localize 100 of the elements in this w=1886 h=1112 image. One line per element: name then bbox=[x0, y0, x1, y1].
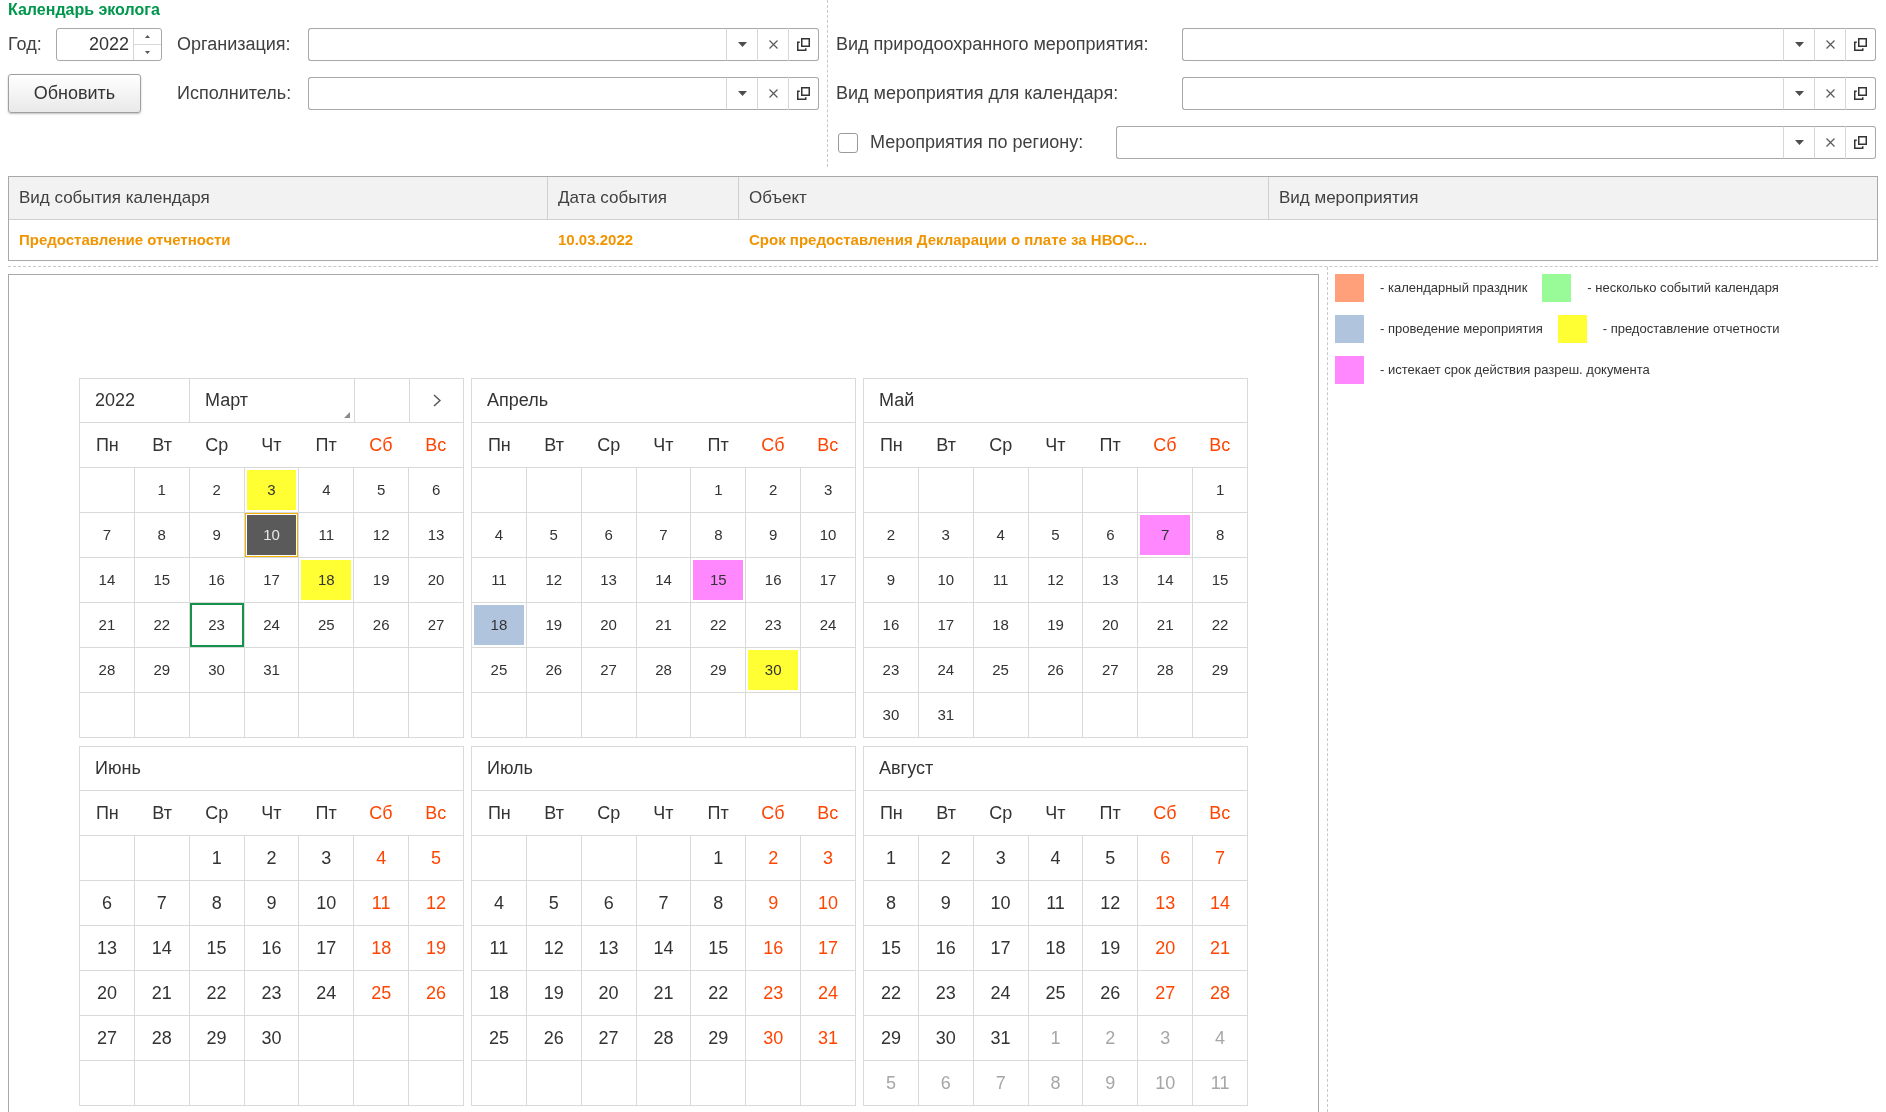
calendar-day[interactable]: 9 bbox=[246, 883, 297, 923]
calendar-day[interactable]: 11 bbox=[301, 515, 352, 555]
calendar-day[interactable]: 7 bbox=[82, 515, 132, 555]
calendar-day[interactable]: 14 bbox=[638, 560, 689, 600]
calendar-day[interactable]: 26 bbox=[528, 1018, 579, 1058]
calendar-day[interactable]: 30 bbox=[866, 695, 916, 735]
calendar-day[interactable]: 28 bbox=[136, 1018, 187, 1058]
calendar-day[interactable]: 8 bbox=[1195, 515, 1245, 555]
calendar-day[interactable]: 2 bbox=[920, 838, 971, 878]
open-button[interactable] bbox=[1845, 77, 1876, 110]
calendar-day[interactable]: 3 bbox=[803, 470, 853, 510]
calendar-day[interactable]: 24 bbox=[803, 605, 853, 645]
calendar-day[interactable]: 14 bbox=[638, 928, 689, 968]
calendar-day[interactable]: 15 bbox=[866, 928, 916, 968]
calendar-day[interactable]: 16 bbox=[246, 928, 297, 968]
calendar-day[interactable]: 1 bbox=[1195, 470, 1245, 510]
calendar-day[interactable]: 15 bbox=[693, 560, 744, 600]
calendar-day[interactable]: 19 bbox=[528, 973, 579, 1013]
calendar-day[interactable]: 27 bbox=[583, 1018, 634, 1058]
dropdown-button[interactable] bbox=[726, 77, 757, 110]
calendar-day[interactable]: 1 bbox=[191, 838, 242, 878]
year-selector[interactable]: 2022 bbox=[80, 379, 190, 422]
calendar-day[interactable]: 25 bbox=[301, 605, 352, 645]
calendar-day[interactable]: 6 bbox=[583, 883, 634, 923]
calendar-day[interactable]: 5 bbox=[1085, 838, 1136, 878]
calendar-day[interactable]: 9 bbox=[748, 883, 799, 923]
calendar-day[interactable]: 29 bbox=[693, 1018, 744, 1058]
organization-field[interactable] bbox=[308, 28, 726, 61]
calendar-day[interactable]: 27 bbox=[411, 605, 461, 645]
calendar-day[interactable]: 19 bbox=[528, 605, 579, 645]
calendar-day[interactable]: 12 bbox=[1030, 560, 1081, 600]
calendar-day[interactable]: 6 bbox=[1085, 515, 1136, 555]
calendar-day[interactable]: 23 bbox=[920, 973, 971, 1013]
dropdown-button[interactable] bbox=[1783, 28, 1814, 61]
calendar-day[interactable]: 22 bbox=[693, 605, 744, 645]
calendar-day[interactable]: 10 bbox=[301, 883, 352, 923]
dropdown-button[interactable] bbox=[1783, 77, 1814, 110]
calendar-day[interactable]: 23 bbox=[866, 650, 916, 690]
calendar-day[interactable]: 24 bbox=[301, 973, 352, 1013]
calendar-day[interactable]: 2 bbox=[246, 838, 297, 878]
calendar-day[interactable]: 15 bbox=[191, 928, 242, 968]
calendar-day[interactable]: 13 bbox=[583, 928, 634, 968]
calendar-day[interactable]: 30 bbox=[748, 650, 799, 690]
calendar-day[interactable]: 8 bbox=[191, 883, 242, 923]
calendar-day[interactable]: 26 bbox=[1030, 650, 1081, 690]
calendar-day[interactable]: 28 bbox=[638, 1018, 689, 1058]
calendar-day[interactable]: 5 bbox=[528, 883, 579, 923]
calendar-day[interactable]: 19 bbox=[1085, 928, 1136, 968]
calendar-day[interactable]: 21 bbox=[136, 973, 187, 1013]
calendar-day[interactable]: 12 bbox=[1085, 883, 1136, 923]
calendar-day[interactable]: 17 bbox=[301, 928, 352, 968]
calendar-day[interactable]: 18 bbox=[301, 560, 352, 600]
open-button[interactable] bbox=[788, 28, 819, 61]
calendar-day[interactable]: 14 bbox=[82, 560, 132, 600]
calendar-day[interactable]: 4 bbox=[1030, 838, 1081, 878]
calendar-day[interactable]: 30 bbox=[246, 1018, 297, 1058]
calendar-day[interactable]: 4 bbox=[301, 470, 352, 510]
region-field[interactable] bbox=[1116, 126, 1783, 159]
calendar-day[interactable]: 27 bbox=[1085, 650, 1136, 690]
calendar-day[interactable]: 8 bbox=[136, 515, 187, 555]
calendar-day[interactable]: 5 bbox=[356, 470, 407, 510]
activity-type-field[interactable] bbox=[1182, 28, 1783, 61]
calendar-day[interactable]: 17 bbox=[246, 560, 297, 600]
calendar-day[interactable]: 17 bbox=[803, 560, 853, 600]
calendar-day[interactable]: 5 bbox=[1030, 515, 1081, 555]
calendar-day[interactable]: 13 bbox=[411, 515, 461, 555]
calendar-day[interactable]: 3 bbox=[920, 515, 971, 555]
calendar-day[interactable]: 6 bbox=[411, 470, 461, 510]
executor-field[interactable] bbox=[308, 77, 726, 110]
calendar-day[interactable]: 18 bbox=[474, 973, 524, 1013]
open-button[interactable] bbox=[1845, 28, 1876, 61]
calendar-day[interactable]: 12 bbox=[528, 928, 579, 968]
calendar-day[interactable]: 8 bbox=[866, 883, 916, 923]
column-header[interactable]: Объект bbox=[749, 185, 807, 211]
column-header[interactable]: Вид мероприятия bbox=[1279, 185, 1419, 211]
calendar-day[interactable]: 13 bbox=[583, 560, 634, 600]
calendar-day[interactable]: 31 bbox=[975, 1018, 1026, 1058]
calendar-day[interactable]: 18 bbox=[975, 605, 1026, 645]
open-button[interactable] bbox=[1845, 126, 1876, 159]
calendar-day[interactable]: 15 bbox=[1195, 560, 1245, 600]
calendar-day[interactable]: 20 bbox=[583, 605, 634, 645]
calendar-day[interactable]: 9 bbox=[920, 883, 971, 923]
calendar-day[interactable]: 16 bbox=[866, 605, 916, 645]
calendar-day[interactable]: 26 bbox=[1085, 973, 1136, 1013]
calendar-day[interactable]: 1 bbox=[693, 470, 744, 510]
calendar-day[interactable]: 11 bbox=[474, 928, 524, 968]
calendar-day[interactable]: 20 bbox=[411, 560, 461, 600]
calendar-day[interactable]: 25 bbox=[975, 650, 1026, 690]
calendar-day[interactable]: 20 bbox=[583, 973, 634, 1013]
spin-up-icon[interactable] bbox=[145, 35, 150, 38]
calendar-day[interactable]: 15 bbox=[693, 928, 744, 968]
calendar-day[interactable]: 15 bbox=[136, 560, 187, 600]
region-checkbox[interactable] bbox=[838, 132, 858, 153]
calendar-day[interactable]: 20 bbox=[1085, 605, 1136, 645]
calendar-day[interactable]: 11 bbox=[975, 560, 1026, 600]
calendar-day[interactable]: 16 bbox=[748, 560, 799, 600]
calendar-day[interactable]: 7 bbox=[136, 883, 187, 923]
calendar-day[interactable]: 9 bbox=[748, 515, 799, 555]
calendar-day[interactable]: 21 bbox=[1140, 605, 1191, 645]
calendar-day[interactable]: 2 bbox=[748, 470, 799, 510]
